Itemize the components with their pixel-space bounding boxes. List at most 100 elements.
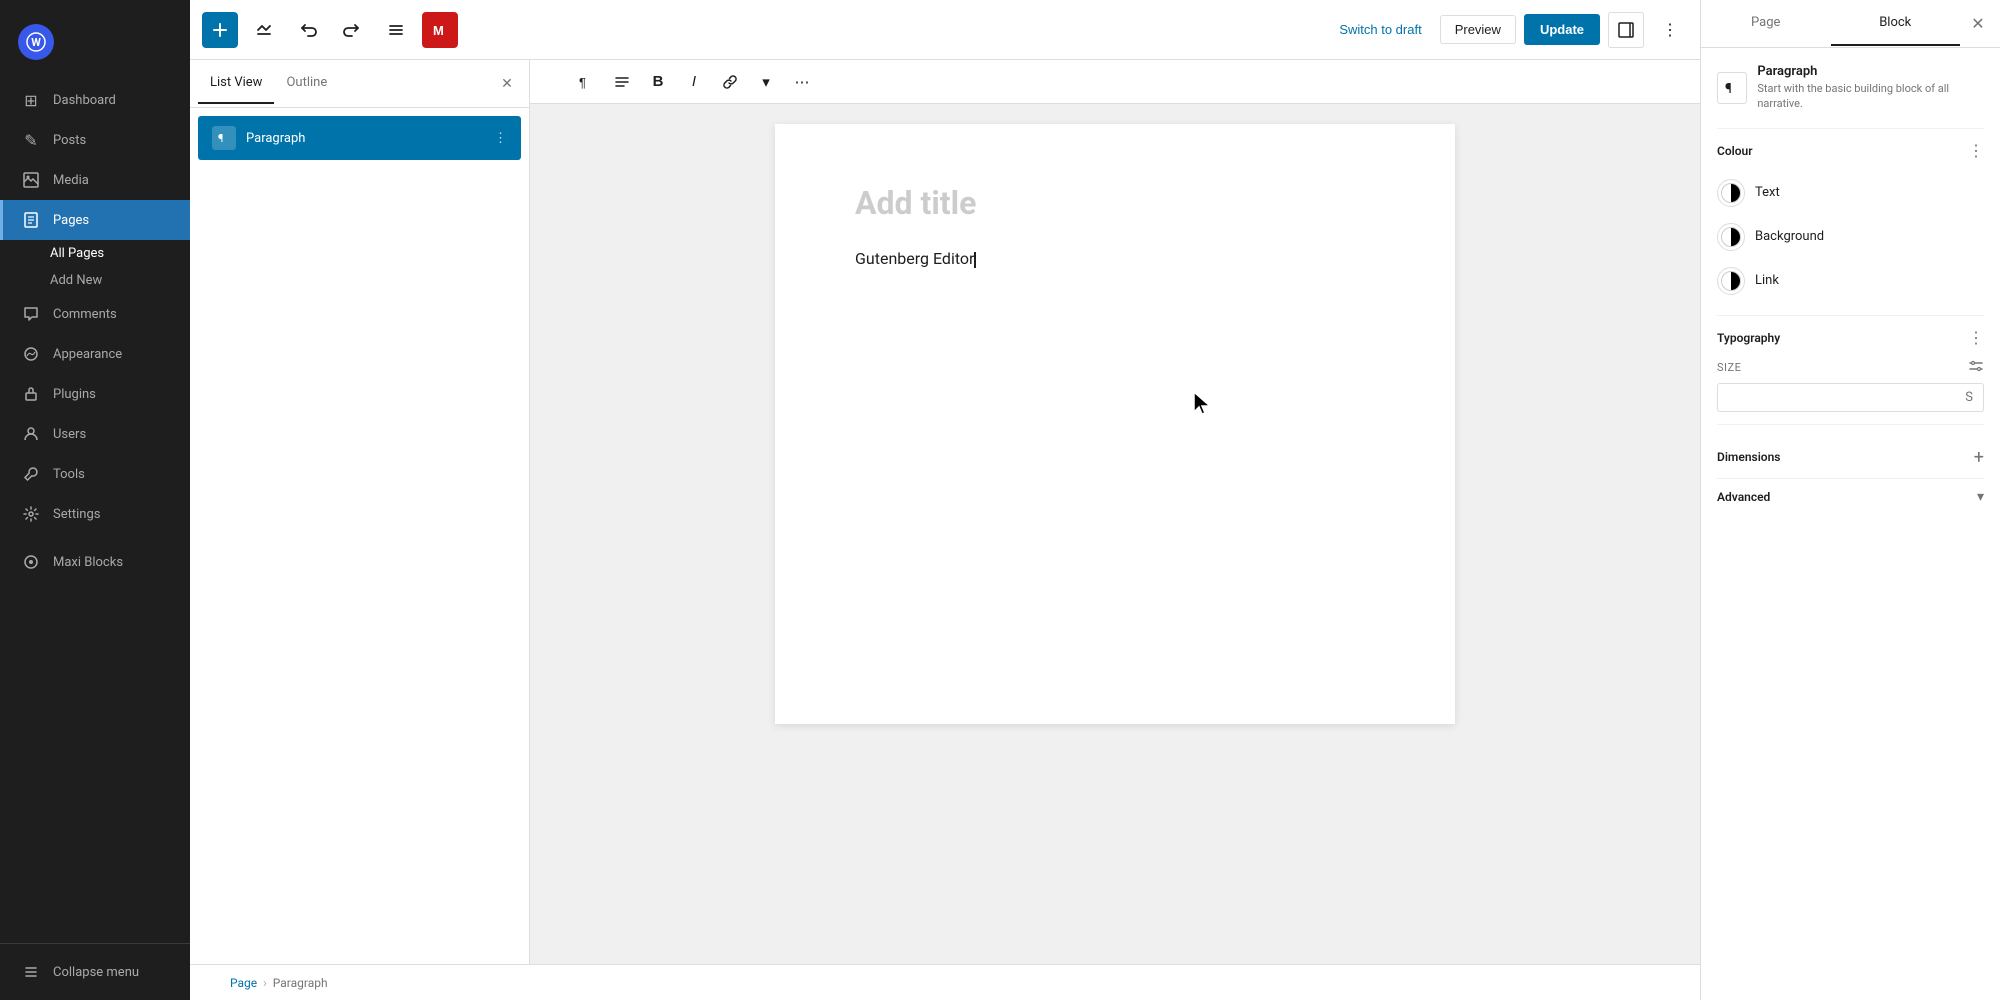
breadcrumb: Page › Paragraph bbox=[190, 964, 1700, 1000]
advanced-title: Advanced bbox=[1717, 490, 1770, 504]
main-area: M Switch to draft Preview Update ⋮ List … bbox=[190, 0, 1700, 1000]
sidebar-logo[interactable]: W bbox=[0, 10, 190, 80]
tab-block[interactable]: Block bbox=[1831, 1, 1961, 46]
block-info: ¶ Paragraph Start with the basic buildin… bbox=[1717, 64, 1984, 112]
block-info-desc: Start with the basic building block of a… bbox=[1757, 81, 1984, 112]
pages-icon bbox=[21, 210, 41, 230]
dimensions-add-button[interactable]: + bbox=[1974, 447, 1984, 468]
colour-options-button[interactable]: ⋮ bbox=[1968, 141, 1984, 161]
sidebar-item-tools[interactable]: Tools bbox=[0, 454, 190, 494]
tab-outline[interactable]: Outline bbox=[274, 63, 339, 104]
size-input[interactable] bbox=[1728, 390, 1875, 405]
maxi-button[interactable]: M bbox=[422, 12, 458, 48]
media-icon bbox=[21, 170, 41, 190]
sidebar-item-label: Comments bbox=[53, 307, 117, 322]
sidebar-item-posts[interactable]: ✎ Posts bbox=[0, 120, 190, 160]
divider-1 bbox=[1717, 128, 1984, 129]
sidebar-toggle-button[interactable] bbox=[1608, 12, 1644, 48]
tools-button[interactable] bbox=[246, 12, 282, 48]
advanced-header[interactable]: Advanced ▾ bbox=[1717, 478, 1984, 515]
text-color-picker[interactable] bbox=[1717, 179, 1745, 207]
typography-options-button[interactable]: ⋮ bbox=[1968, 328, 1984, 348]
bold-button[interactable]: B bbox=[642, 66, 674, 98]
paragraph-block-icon: ¶ bbox=[212, 126, 236, 150]
editor-toolbar: M Switch to draft Preview Update ⋮ bbox=[190, 0, 1700, 60]
sidebar-subitem-all-pages[interactable]: All Pages bbox=[0, 240, 190, 267]
align-button[interactable] bbox=[606, 66, 638, 98]
maxi-blocks-label: Maxi Blocks bbox=[53, 555, 123, 570]
block-info-name: Paragraph bbox=[1757, 64, 1984, 79]
text-color-swatch bbox=[1721, 183, 1741, 203]
redo-button[interactable] bbox=[334, 12, 370, 48]
preview-button[interactable]: Preview bbox=[1440, 15, 1516, 44]
sidebar-item-label: Media bbox=[53, 173, 89, 188]
maxi-blocks-icon bbox=[21, 552, 41, 572]
block-list-item[interactable]: ¶ Paragraph ⋮ bbox=[198, 116, 521, 160]
sidebar-item-label: Posts bbox=[53, 133, 86, 148]
tab-list-view[interactable]: List View bbox=[198, 63, 274, 104]
block-options-toolbar-button[interactable]: ⋯ bbox=[786, 66, 818, 98]
undo-button[interactable] bbox=[290, 12, 326, 48]
sidebar-item-maxi-blocks[interactable]: Maxi Blocks bbox=[0, 542, 190, 582]
sidebar-item-appearance[interactable]: Appearance bbox=[0, 334, 190, 374]
background-color-swatch bbox=[1721, 227, 1741, 247]
tab-page[interactable]: Page bbox=[1701, 1, 1831, 46]
sidebar-item-dashboard[interactable]: ⊞ Dashboard bbox=[0, 80, 190, 120]
link-color-picker[interactable] bbox=[1717, 267, 1745, 295]
divider-3 bbox=[1717, 424, 1984, 425]
dimensions-title: Dimensions bbox=[1717, 450, 1780, 464]
breadcrumb-separator: › bbox=[263, 976, 267, 990]
advanced-chevron-icon: ▾ bbox=[1977, 489, 1984, 505]
sidebar-subitem-add-new[interactable]: Add New bbox=[0, 267, 190, 294]
size-input-wrapper: S bbox=[1717, 383, 1984, 412]
page-title[interactable]: Add title bbox=[855, 184, 1375, 222]
typography-section-title: Typography bbox=[1717, 331, 1780, 345]
svg-text:¶: ¶ bbox=[218, 132, 223, 145]
link-color-label: Link bbox=[1755, 273, 1779, 288]
plugins-icon bbox=[21, 384, 41, 404]
svg-text:W: W bbox=[31, 36, 41, 49]
svg-text:¶: ¶ bbox=[1725, 81, 1732, 97]
paragraph-format-button[interactable]: ¶ bbox=[570, 66, 602, 98]
sidebar-nav: ⊞ Dashboard ✎ Posts Media bbox=[0, 80, 190, 943]
sidebar-item-users[interactable]: Users bbox=[0, 414, 190, 454]
more-options-button[interactable]: ⋮ bbox=[1652, 12, 1688, 48]
background-color-picker[interactable] bbox=[1717, 223, 1745, 251]
size-label: SIZE bbox=[1717, 358, 1984, 377]
tools-icon bbox=[21, 464, 41, 484]
add-block-button[interactable] bbox=[202, 12, 238, 48]
link-button[interactable] bbox=[714, 66, 746, 98]
switch-draft-button[interactable]: Switch to draft bbox=[1329, 16, 1431, 43]
page-content[interactable]: Gutenberg Editor bbox=[855, 246, 1375, 272]
users-icon bbox=[21, 424, 41, 444]
sidebar-item-settings[interactable]: Settings bbox=[0, 494, 190, 534]
collapse-menu-button[interactable]: Collapse menu bbox=[0, 952, 190, 992]
sidebar-item-media[interactable]: Media bbox=[0, 160, 190, 200]
italic-button[interactable]: I bbox=[678, 66, 710, 98]
right-sidebar-close-button[interactable]: ✕ bbox=[1960, 6, 1996, 42]
panel-close-button[interactable]: ✕ bbox=[493, 70, 521, 98]
size-unit: S bbox=[1965, 390, 1973, 405]
size-control-icon[interactable] bbox=[1968, 358, 1984, 377]
more-format-button[interactable]: ▾ bbox=[750, 66, 782, 98]
sidebar-item-plugins[interactable]: Plugins bbox=[0, 374, 190, 414]
update-button[interactable]: Update bbox=[1524, 14, 1600, 45]
right-sidebar-tabs: Page Block ✕ bbox=[1701, 0, 2000, 48]
collapse-label: Collapse menu bbox=[53, 965, 139, 980]
sidebar-item-comments[interactable]: Comments bbox=[0, 294, 190, 334]
sidebar-item-label: Plugins bbox=[53, 387, 96, 402]
sidebar-item-label: Users bbox=[53, 427, 86, 442]
dashboard-icon: ⊞ bbox=[21, 90, 41, 110]
dimensions-header[interactable]: Dimensions + bbox=[1717, 437, 1984, 478]
breadcrumb-page[interactable]: Page bbox=[230, 976, 257, 990]
collapse-icon bbox=[21, 962, 41, 982]
right-sidebar-content: ¶ Paragraph Start with the basic buildin… bbox=[1701, 48, 2000, 1000]
background-color-label: Background bbox=[1755, 229, 1824, 244]
sidebar-item-pages[interactable]: Pages bbox=[0, 200, 190, 240]
sidebar-item-label: Dashboard bbox=[53, 93, 116, 108]
view-button[interactable] bbox=[378, 12, 414, 48]
block-options-button[interactable]: ⋮ bbox=[494, 131, 507, 146]
color-row-text: Text bbox=[1717, 171, 1984, 215]
block-info-icon: ¶ bbox=[1717, 72, 1747, 104]
typography-section: Typography ⋮ SIZE S bbox=[1717, 328, 1984, 412]
